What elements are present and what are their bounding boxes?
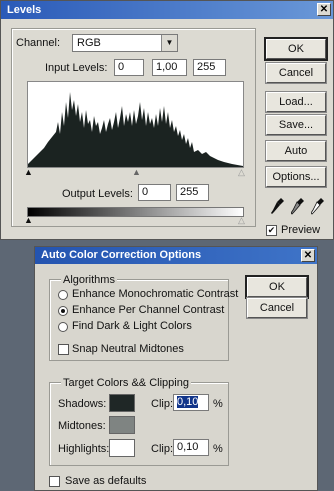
- target-colors-label: Target Colors && Clipping: [61, 377, 191, 389]
- shadows-clip-field[interactable]: 0,10: [173, 394, 209, 411]
- auto-cancel-button[interactable]: Cancel: [246, 297, 308, 319]
- auto-ok-button[interactable]: OK: [245, 275, 309, 299]
- highlights-clip-field[interactable]: 0,10: [173, 439, 209, 456]
- input-gamma-slider[interactable]: ▲: [132, 167, 141, 177]
- input-levels-label: Input Levels:: [45, 62, 108, 74]
- shadows-percent: %: [213, 398, 223, 410]
- input-gamma-field[interactable]: 1,00: [152, 59, 187, 76]
- levels-titlebar: Levels ✕: [1, 1, 333, 19]
- options-button[interactable]: Options...: [265, 166, 327, 188]
- auto-color-dialog: Auto Color Correction Options ✕ Algorith…: [34, 246, 318, 491]
- auto-button[interactable]: Auto: [265, 140, 327, 162]
- input-black-slider[interactable]: ▲: [24, 167, 33, 177]
- output-black-slider[interactable]: ▲: [24, 215, 33, 225]
- highlights-swatch[interactable]: [109, 439, 135, 457]
- midtones-swatch[interactable]: [109, 416, 135, 434]
- histogram-graph: [28, 92, 243, 167]
- shadows-clip-label: Clip:: [151, 398, 174, 410]
- output-white-slider[interactable]: △: [238, 215, 245, 226]
- input-black-field[interactable]: 0: [114, 59, 144, 76]
- save-defaults-checkbox[interactable]: [49, 476, 60, 487]
- shadows-swatch[interactable]: [109, 394, 135, 412]
- shadows-label: Shadows:: [58, 398, 107, 410]
- input-white-field[interactable]: 255: [193, 59, 226, 76]
- channel-value: RGB: [77, 37, 101, 49]
- algorithm-label-1: Enhance Per Channel Contrast: [72, 304, 225, 316]
- white-eyedropper-icon[interactable]: [311, 197, 325, 215]
- highlights-label: Highlights:: [58, 443, 110, 455]
- close-icon[interactable]: ✕: [301, 249, 315, 262]
- input-white-slider[interactable]: △: [238, 167, 245, 178]
- dropdown-arrow-icon: ▼: [161, 35, 177, 51]
- snap-midtones-checkbox[interactable]: [58, 344, 69, 355]
- levels-title: Levels: [7, 4, 42, 16]
- output-black-field[interactable]: 0: [138, 184, 171, 201]
- auto-color-title: Auto Color Correction Options: [41, 249, 202, 261]
- cancel-button[interactable]: Cancel: [265, 62, 327, 84]
- close-icon[interactable]: ✕: [317, 3, 331, 16]
- highlights-clip-label: Clip:: [151, 443, 174, 455]
- black-eyedropper-icon[interactable]: [271, 197, 285, 215]
- gray-eyedropper-icon[interactable]: [291, 197, 305, 215]
- highlights-percent: %: [213, 443, 223, 455]
- channel-select[interactable]: RGB ▼: [72, 34, 178, 52]
- preview-checkbox[interactable]: ✔: [266, 225, 277, 236]
- histogram: [27, 81, 244, 168]
- snap-midtones-label: Snap Neutral Midtones: [72, 343, 184, 355]
- save-button[interactable]: Save...: [265, 114, 327, 136]
- radio-per-channel[interactable]: [58, 306, 68, 316]
- output-white-field[interactable]: 255: [176, 184, 209, 201]
- preview-label: Preview: [281, 224, 321, 236]
- midtones-label: Midtones:: [58, 420, 106, 432]
- load-button[interactable]: Load...: [265, 91, 327, 113]
- algorithm-label-0: Enhance Monochromatic Contrast: [72, 288, 239, 300]
- channel-label: Channel:: [16, 37, 61, 49]
- output-gradient: [27, 207, 244, 217]
- algorithm-label-2: Find Dark & Light Colors: [72, 320, 192, 332]
- shadows-clip-value: 0,10: [177, 396, 199, 408]
- radio-dark-light[interactable]: [58, 322, 68, 332]
- radio-monochromatic[interactable]: [58, 290, 68, 300]
- output-levels-label: Output Levels:: [62, 188, 133, 200]
- algorithms-label: Algorithms: [61, 274, 117, 286]
- auto-color-titlebar: Auto Color Correction Options ✕: [35, 247, 317, 264]
- levels-dialog: Levels ✕ Channel: RGB ▼ Input Levels: 0 …: [0, 0, 334, 240]
- ok-button[interactable]: OK: [264, 37, 328, 61]
- save-defaults-label: Save as defaults: [65, 475, 147, 487]
